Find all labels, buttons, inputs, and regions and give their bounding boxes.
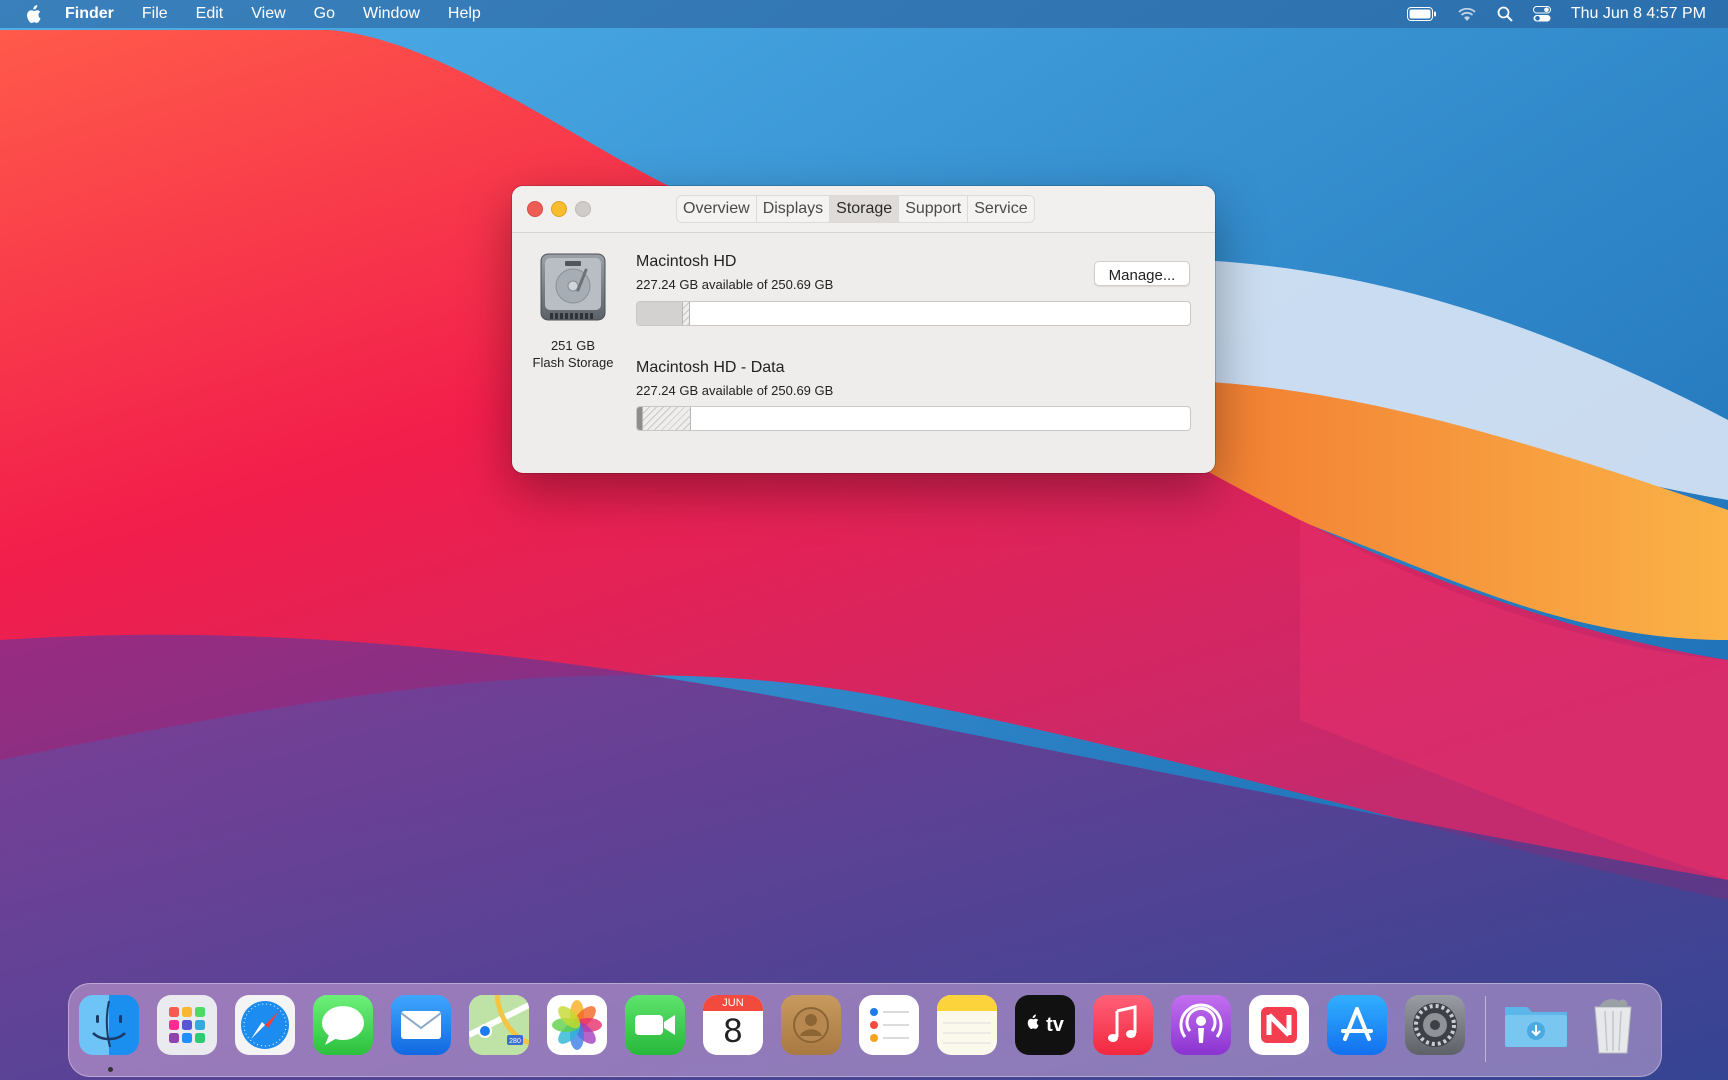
apple-tv-icon[interactable]: tv	[1015, 995, 1075, 1055]
control-center-icon[interactable]	[1532, 6, 1551, 22]
messages-icon[interactable]	[313, 995, 373, 1055]
contacts-icon[interactable]	[781, 995, 841, 1055]
menu-go[interactable]: Go	[314, 5, 335, 23]
tab-support[interactable]: Support	[899, 196, 969, 222]
apple-menu-icon[interactable]	[25, 4, 43, 24]
menu-view[interactable]: View	[251, 5, 285, 23]
spotlight-search-icon[interactable]	[1497, 6, 1513, 22]
menu-file[interactable]: File	[142, 5, 168, 23]
calendar-day: 8	[723, 1012, 743, 1050]
volume-available: 227.24 GB available of 250.69 GB	[636, 277, 834, 292]
desktop	[0, 0, 1728, 1080]
manage-button[interactable]: Manage...	[1094, 261, 1190, 286]
storage-bar	[636, 301, 1191, 326]
menu-bar: Finder File Edit View Go Window Help Thu…	[0, 0, 1728, 28]
calendar-icon[interactable]: JUN 8	[703, 995, 763, 1055]
downloads-folder-icon[interactable]	[1501, 995, 1571, 1055]
mail-icon[interactable]	[391, 995, 451, 1055]
storage-bar	[636, 406, 1191, 431]
tab-storage[interactable]: Storage	[830, 196, 900, 222]
wifi-icon[interactable]	[1457, 7, 1477, 22]
facetime-icon[interactable]	[625, 995, 685, 1055]
wallpaper	[0, 0, 1728, 1080]
reminders-icon[interactable]	[859, 995, 919, 1055]
maps-route-badge: 280	[509, 1038, 521, 1045]
launchpad-icon[interactable]	[157, 995, 217, 1055]
news-icon[interactable]	[1249, 995, 1309, 1055]
notes-icon[interactable]	[937, 995, 997, 1055]
menu-app-finder[interactable]: Finder	[65, 5, 114, 23]
menu-clock[interactable]: Thu Jun 8 4:57 PM	[1571, 5, 1706, 23]
app-store-icon[interactable]	[1327, 995, 1387, 1055]
drive-type: Flash Storage	[532, 355, 614, 370]
storage-bar-purgeable	[642, 407, 691, 430]
safari-icon[interactable]	[235, 995, 295, 1055]
photos-icon[interactable]	[547, 995, 607, 1055]
dock-separator	[1485, 996, 1486, 1062]
drive-capacity: 251 GB	[550, 338, 596, 353]
trash-icon[interactable]	[1583, 995, 1643, 1055]
dock: 280 JUN 8 tv	[68, 983, 1662, 1077]
finder-running-indicator	[108, 1067, 113, 1072]
volume-name: Macintosh HD - Data	[636, 359, 785, 376]
tab-bar: Overview Displays Storage Support Servic…	[676, 195, 1035, 223]
storage-bar-purgeable	[681, 302, 690, 325]
music-icon[interactable]	[1093, 995, 1153, 1055]
system-preferences-icon[interactable]	[1405, 995, 1465, 1055]
volume-name: Macintosh HD	[636, 253, 737, 270]
window-close-button[interactable]	[527, 201, 543, 217]
window-zoom-button	[575, 201, 591, 217]
maps-icon[interactable]: 280	[469, 995, 529, 1055]
window-minimize-button[interactable]	[551, 201, 567, 217]
tab-displays[interactable]: Displays	[757, 196, 831, 222]
menu-window[interactable]: Window	[363, 5, 420, 23]
storage-bar-used	[637, 302, 682, 325]
menu-edit[interactable]: Edit	[196, 5, 224, 23]
menu-extras: Thu Jun 8 4:57 PM	[1387, 0, 1706, 28]
tab-service[interactable]: Service	[968, 196, 1033, 222]
tab-overview[interactable]: Overview	[677, 196, 757, 222]
podcasts-icon[interactable]	[1171, 995, 1231, 1055]
calendar-month: JUN	[703, 995, 763, 1011]
battery-icon[interactable]	[1406, 7, 1437, 21]
tv-label: tv	[1046, 1014, 1065, 1036]
menu-help[interactable]: Help	[448, 5, 481, 23]
hard-drive-icon	[538, 252, 608, 324]
volume-available: 227.24 GB available of 250.69 GB	[636, 383, 834, 398]
window-titlebar[interactable]: Overview Displays Storage Support Servic…	[512, 186, 1215, 233]
finder-icon[interactable]	[79, 995, 139, 1055]
about-this-mac-window: Overview Displays Storage Support Servic…	[512, 186, 1215, 473]
